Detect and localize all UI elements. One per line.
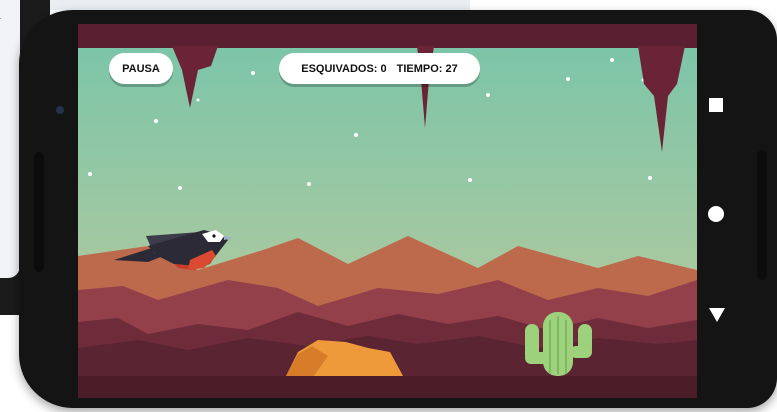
dodged-counter: ESQUIVADOS: 0 xyxy=(301,62,387,75)
background-phone-screen: ← 91 ns xyxy=(0,0,20,278)
navigation-bar xyxy=(697,24,767,398)
cave-ceiling xyxy=(78,24,697,48)
pause-button-label: PAUSA xyxy=(122,62,160,75)
recent-apps-icon[interactable] xyxy=(709,98,723,112)
phone-left-side-button xyxy=(34,152,44,272)
cave-floor xyxy=(78,376,697,398)
game-screen[interactable]: PAUSA ESQUIVADOS: 0 TIEMPO: 27 xyxy=(78,24,697,398)
background-device-top xyxy=(50,0,470,10)
home-icon[interactable] xyxy=(708,206,724,222)
arrow-icon: ← xyxy=(0,8,4,24)
front-camera xyxy=(56,106,64,114)
score-display: ESQUIVADOS: 0 TIEMPO: 27 xyxy=(279,53,480,84)
pause-button[interactable]: PAUSA xyxy=(109,53,173,84)
back-triangle-icon[interactable] xyxy=(709,308,725,322)
time-counter: TIEMPO: 27 xyxy=(396,62,458,75)
